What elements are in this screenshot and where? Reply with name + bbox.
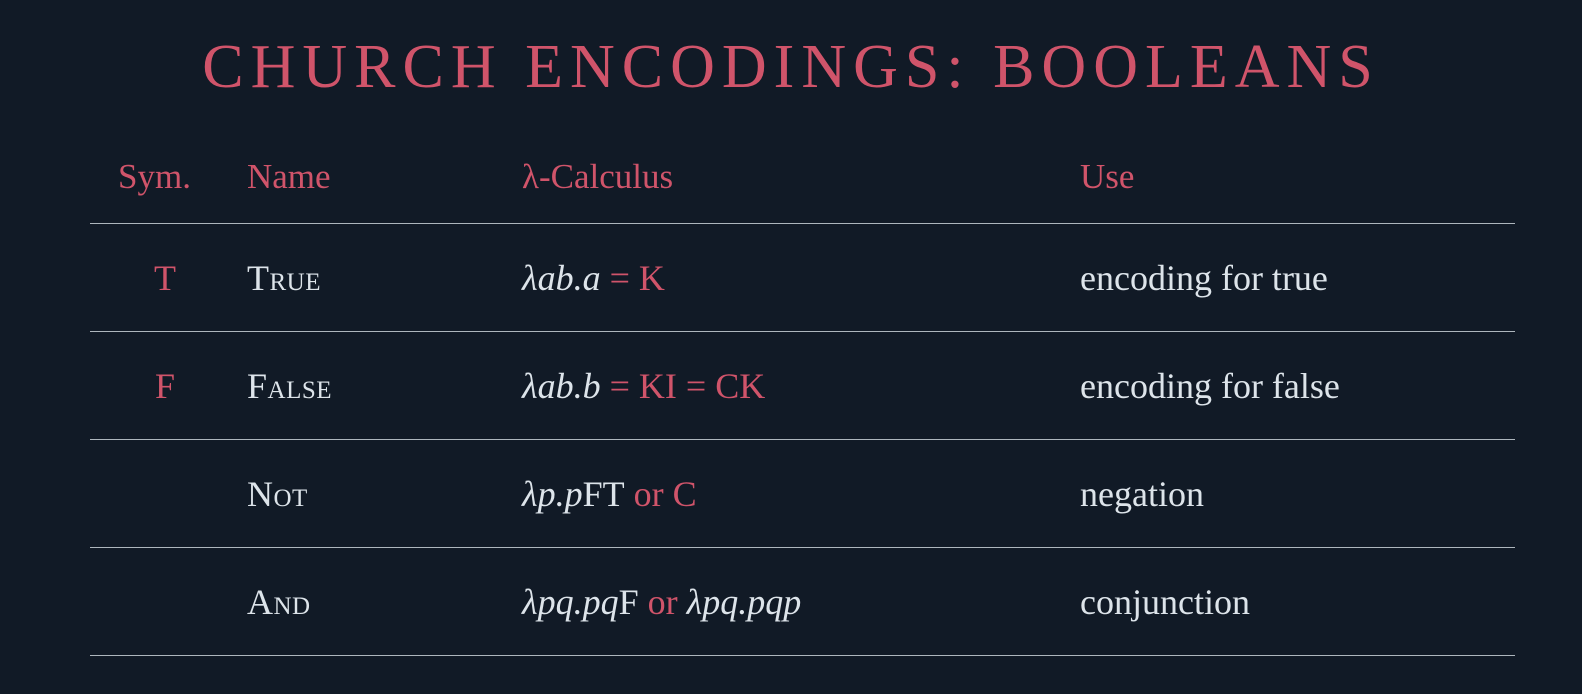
row-lambda-expression: λab.a = K [522,224,665,331]
lambda-segment: K [638,257,665,298]
row-lambda-expression: λp.p FT or C [522,440,697,547]
slide-title: CHURCH ENCODINGS: BOOLEANS [202,33,1380,101]
lambda-segment: F [618,581,639,622]
lambda-segment: C [672,473,697,514]
row-use: conjunction [1080,581,1250,622]
row-name: And [247,581,311,622]
header-use: Use [1080,156,1135,196]
row-lambda-expression: λab.b = KI = CK [522,332,765,439]
lambda-segment: λab.a [522,257,601,298]
lambda-segment: = [600,257,639,298]
row-symbol [90,548,240,655]
table-row-false: F False λab.b = KI = CK encoding for fal… [90,332,1515,440]
row-symbol: F [154,365,176,406]
table-row-not: Not λp.p FT or C negation [90,440,1515,548]
table-header-row: Sym. Name λ-Calculus Use [90,130,1515,224]
lambda-segment: λp.p [522,473,583,514]
lambda-segment: λpq.pqp [686,581,802,622]
lambda-segment: FT [582,473,625,514]
header-name: Name [247,156,331,196]
row-name: False [247,365,333,406]
lambda-segment: λab.b [522,365,601,406]
booleans-table: Sym. Name λ-Calculus Use T True λab.a = … [90,130,1515,656]
row-name: Not [247,473,308,514]
row-symbol: T [154,257,176,298]
row-symbol [90,440,240,547]
lambda-segment: or [624,473,673,514]
table-row-true: T True λab.a = K encoding for true [90,224,1515,332]
row-lambda-expression: λpq.pq F or λpq.pqp [522,548,801,655]
slide: CHURCH ENCODINGS: BOOLEANS Sym. Name λ-C… [0,0,1582,694]
row-use: negation [1080,473,1204,514]
lambda-segment: KI [638,365,677,406]
lambda-segment: λpq.pq [522,581,619,622]
lambda-segment: CK [715,365,766,406]
lambda-segment: = [600,365,639,406]
lambda-segment: or [638,581,687,622]
header-lambda-calculus: λ-Calculus [522,156,674,196]
row-name: True [247,257,321,298]
lambda-segment: = [676,365,716,406]
row-use: encoding for true [1080,257,1328,298]
header-sym: Sym. [118,156,191,196]
row-use: encoding for false [1080,365,1340,406]
table-row-and: And λpq.pq F or λpq.pqp conjunction [90,548,1515,656]
